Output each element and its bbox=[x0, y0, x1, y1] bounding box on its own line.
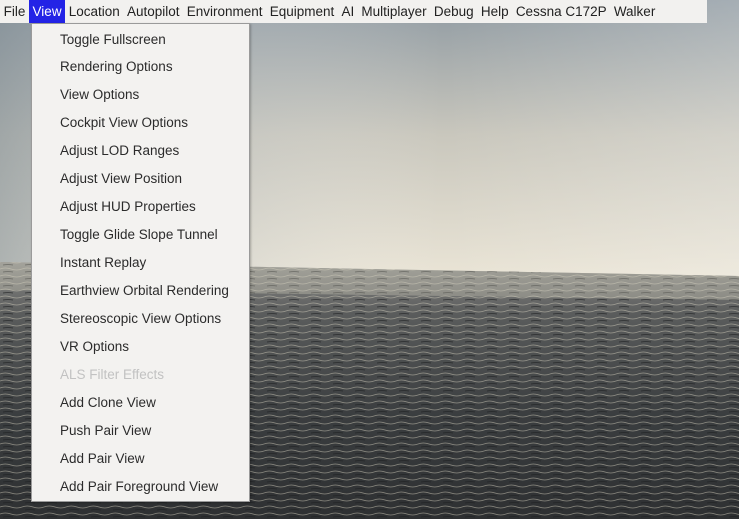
menu-environment[interactable]: Environment bbox=[183, 0, 266, 23]
menu-help[interactable]: Help bbox=[477, 0, 512, 23]
menu-item-adjust-hud-properties[interactable]: Adjust HUD Properties bbox=[32, 193, 249, 221]
menu-item-add-pair-view[interactable]: Add Pair View bbox=[32, 445, 249, 473]
menu-ai[interactable]: AI bbox=[338, 0, 358, 23]
view-menu-dropdown: Toggle Fullscreen Rendering Options View O… bbox=[31, 23, 250, 502]
menu-bar: File View Location Autopilot Environment Equi… bbox=[0, 0, 707, 23]
menu-item-cockpit-view-options[interactable]: Cockpit View Options bbox=[32, 109, 249, 137]
menu-multiplayer[interactable]: Multiplayer bbox=[358, 0, 430, 23]
menu-item-add-clone-view[interactable]: Add Clone View bbox=[32, 389, 249, 417]
menu-view[interactable]: View bbox=[28, 0, 66, 23]
menu-equipment[interactable]: Equipment bbox=[266, 0, 338, 23]
view-menu-list: Toggle Fullscreen Rendering Options View O… bbox=[32, 24, 249, 501]
menu-item-instant-replay[interactable]: Instant Replay bbox=[32, 249, 249, 277]
menu-location[interactable]: Location bbox=[65, 0, 123, 23]
menu-item-push-pair-view[interactable]: Push Pair View bbox=[32, 417, 249, 445]
menu-item-toggle-glide-slope-tunnel[interactable]: Toggle Glide Slope Tunnel bbox=[32, 221, 249, 249]
menu-file[interactable]: File bbox=[0, 0, 29, 23]
menu-item-adjust-view-position[interactable]: Adjust View Position bbox=[32, 165, 249, 193]
menu-item-earthview-orbital-rendering[interactable]: Earthview Orbital Rendering bbox=[32, 277, 249, 305]
menu-autopilot[interactable]: Autopilot bbox=[123, 0, 183, 23]
menu-cessna-c172p[interactable]: Cessna C172P bbox=[512, 0, 610, 23]
menu-item-adjust-lod-ranges[interactable]: Adjust LOD Ranges bbox=[32, 137, 249, 165]
simulator-viewport[interactable]: File View Location Autopilot Environment Equi… bbox=[0, 0, 739, 519]
menu-item-als-filter-effects: ALS Filter Effects bbox=[60, 367, 165, 382]
menu-item-view-options[interactable]: View Options bbox=[32, 81, 249, 109]
menu-item-stereoscopic-view-options[interactable]: Stereoscopic View Options bbox=[32, 305, 249, 333]
menu-item-vr-options[interactable]: VR Options bbox=[32, 333, 249, 361]
menu-item-toggle-fullscreen[interactable]: Toggle Fullscreen bbox=[32, 26, 249, 53]
menu-item-rendering-options[interactable]: Rendering Options bbox=[32, 53, 249, 81]
menu-debug[interactable]: Debug bbox=[430, 0, 477, 23]
menu-walker[interactable]: Walker bbox=[610, 0, 659, 23]
menu-item-add-pair-foreground-view[interactable]: Add Pair Foreground View bbox=[32, 473, 249, 501]
